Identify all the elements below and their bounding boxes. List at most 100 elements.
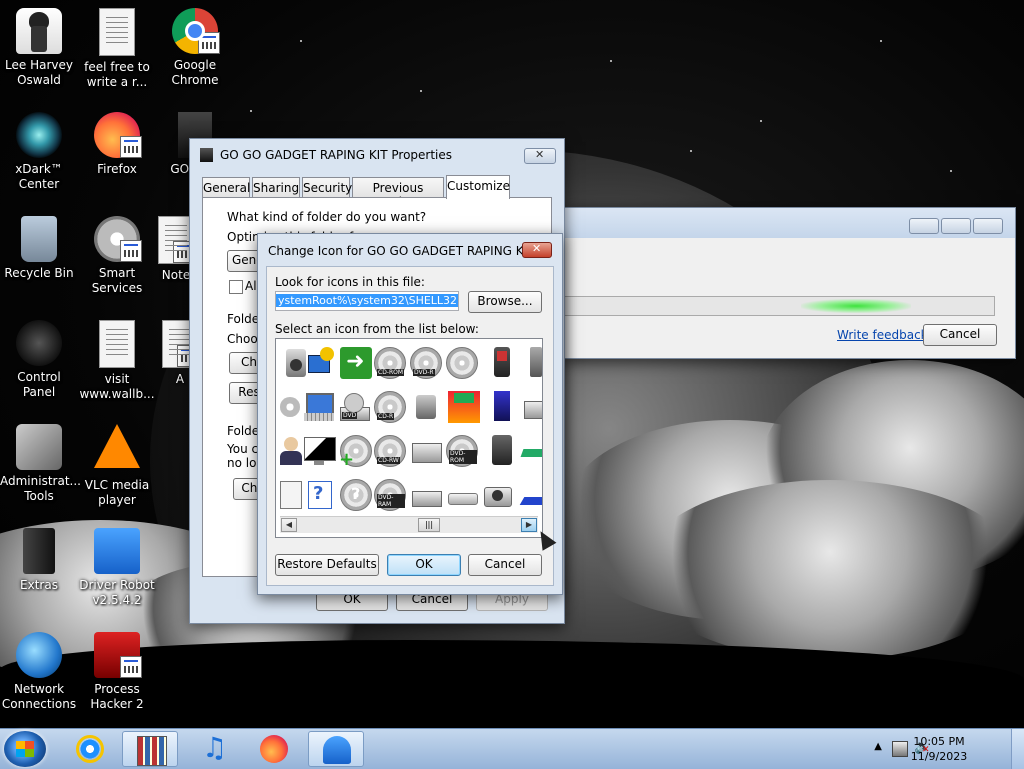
removable-drive-icon[interactable] <box>446 479 478 511</box>
desktop-icon-smart-services[interactable]: Smart Services <box>78 216 156 296</box>
cancel-button[interactable]: Cancel <box>468 554 542 576</box>
desktop-icon-label: Extras <box>20 578 58 592</box>
restore-defaults-button[interactable]: Restore Defaults <box>275 554 379 576</box>
icon-file-path-input[interactable]: ystemRoot%\system32\SHELL32.dll <box>275 291 459 311</box>
start-button[interactable] <box>4 731 46 767</box>
scroll-thumb[interactable]: ||| <box>418 518 440 532</box>
cd-icon[interactable] <box>446 347 478 379</box>
maximize-button[interactable] <box>941 218 971 234</box>
change-icon-titlebar[interactable]: Change Icon for GO GO GADGET RAPING KIT … <box>258 234 562 264</box>
add-disc-icon[interactable]: + <box>339 435 372 470</box>
chrome-icon <box>172 8 220 54</box>
floppy-icon[interactable] <box>448 391 480 423</box>
cd-rom-icon[interactable]: CD-ROM <box>374 347 406 379</box>
desktop-icon-network-connections[interactable]: Network Connections <box>0 632 78 712</box>
tab-customize[interactable]: Customize <box>446 175 510 199</box>
dvd-drive-icon[interactable]: DVD <box>338 391 370 423</box>
printer-icon[interactable] <box>520 391 542 423</box>
help-document-icon[interactable]: ? <box>304 479 336 511</box>
desktop-icon-recycle-bin[interactable]: Recycle Bin <box>0 216 78 281</box>
pen-device-icon[interactable] <box>518 479 542 511</box>
taskbar-firefox[interactable] <box>246 731 302 767</box>
desktop-icon-label: A <box>175 372 185 386</box>
scanner-icon[interactable] <box>410 391 442 423</box>
desktop-icon-feel-free[interactable]: feel free to write a r... <box>78 8 156 90</box>
close-button[interactable] <box>973 218 1003 234</box>
progress-window: Write feedback Cancel <box>562 207 1016 359</box>
progress-fill <box>801 299 911 313</box>
taskbar-internet-explorer[interactable] <box>62 731 118 767</box>
tab-previous-versions[interactable]: Previous Versions <box>352 177 444 209</box>
network-icon <box>16 632 62 678</box>
desktop-icon-label: Driver Robot v2.5.4.2 <box>79 578 155 607</box>
desktop-icon-lee-harvey-oswald[interactable]: Lee Harvey Oswald <box>0 8 78 88</box>
desktop-icon-firefox[interactable]: Firefox <box>78 112 156 177</box>
change-icon-title: Change Icon for GO GO GADGET RAPING KIT … <box>268 244 550 258</box>
progress-cancel-button[interactable]: Cancel <box>923 324 997 346</box>
mobile-phone-icon[interactable] <box>522 347 542 379</box>
firefox-icon <box>94 112 142 158</box>
dvd-r-icon[interactable]: DVD-R <box>410 347 442 379</box>
desktop-icon-extras[interactable]: Extras <box>0 528 78 593</box>
show-desktop-button[interactable] <box>1011 729 1024 769</box>
help-network-icon[interactable] <box>304 347 336 379</box>
icon-list-scrollbar[interactable]: ◀ ||| ▶ <box>280 516 538 533</box>
taskbar-app[interactable] <box>308 731 364 767</box>
desktop-icon-control-panel[interactable]: Control Panel <box>0 320 78 400</box>
write-feedback-link[interactable]: Write feedback <box>837 328 928 342</box>
xdark-icon <box>16 112 62 158</box>
taskbar: ♫ ▲ 🔈 ✕ 10:05 PM 11/9/2023 <box>0 728 1024 769</box>
network-card-icon[interactable] <box>520 435 542 467</box>
drive-icon[interactable] <box>410 479 442 511</box>
hard-drive-icon[interactable] <box>410 435 442 467</box>
driver-robot-icon <box>94 528 140 574</box>
desktop-icon-label: Google Chrome <box>171 58 219 87</box>
media-device-icon[interactable] <box>486 435 518 467</box>
close-button[interactable]: ✕ <box>524 148 556 164</box>
computer-keyboard-icon[interactable] <box>304 391 336 423</box>
dvd-ram-icon[interactable]: DVD-RAM <box>374 479 406 511</box>
tab-sharing[interactable]: Sharing <box>252 177 300 197</box>
arrow-right-icon[interactable]: ➜ <box>340 347 372 379</box>
taskbar-clock[interactable]: 10:05 PM 11/9/2023 <box>904 734 974 764</box>
desktop-icon-process-hacker[interactable]: Process Hacker 2 <box>78 632 156 712</box>
scroll-right-button[interactable]: ▶ <box>521 518 537 532</box>
library-icon <box>137 736 167 766</box>
show-hidden-icons-icon[interactable]: ▲ <box>874 741 882 752</box>
music-icon: ♫ <box>202 731 228 764</box>
text-document-icon <box>99 320 135 368</box>
scroll-left-button[interactable]: ◀ <box>281 518 297 532</box>
cd-rw-icon[interactable]: CD-RW <box>374 435 406 467</box>
firefox-icon <box>260 735 288 763</box>
desktop-icon-visit-wallb[interactable]: visit www.wallb... <box>78 320 156 402</box>
desktop-icon-driver-robot[interactable]: Driver Robot v2.5.4.2 <box>78 528 156 608</box>
apply-to-subfolders-checkbox[interactable] <box>229 280 243 294</box>
control-panel-icon <box>16 320 62 366</box>
minimize-button[interactable] <box>909 218 939 234</box>
close-button[interactable]: ✕ <box>522 242 552 258</box>
properties-titlebar[interactable]: GO GO GADGET RAPING KIT Properties <box>190 139 564 169</box>
desktop-icon-google-chrome[interactable]: Google Chrome <box>156 8 234 88</box>
properties-title: GO GO GADGET RAPING KIT Properties <box>220 148 453 162</box>
process-hacker-icon <box>94 632 142 678</box>
monitor-icon[interactable] <box>304 435 336 467</box>
select-icon-label: Select an icon from the list below: <box>275 322 479 336</box>
tab-general[interactable]: General <box>202 177 250 197</box>
icon-list[interactable]: ➜ CD-ROM DVD-R DVD CD-R + CD-RW DVD-ROM … <box>275 338 543 538</box>
tab-security[interactable]: Security <box>302 177 352 197</box>
disc-question-icon[interactable]: ? <box>340 479 372 511</box>
mp3-player-icon[interactable] <box>486 347 518 379</box>
dvd-rom-icon[interactable]: DVD-ROM <box>446 435 478 467</box>
memory-card-icon[interactable] <box>486 391 518 423</box>
cd-r-icon[interactable]: CD-R <box>374 391 406 423</box>
desktop-icon-xdark-center[interactable]: xDark™ Center <box>0 112 78 192</box>
desktop-icon-admin-tools[interactable]: Administrat... Tools <box>0 424 81 504</box>
vlc-icon <box>94 424 140 468</box>
camera-icon[interactable] <box>482 479 514 511</box>
ok-button[interactable]: OK <box>387 554 461 576</box>
taskbar-library[interactable] <box>122 731 178 767</box>
taskbar-music[interactable]: ♫ <box>184 731 240 767</box>
gear-icon <box>94 216 142 262</box>
browse-button[interactable]: Browse... <box>468 291 542 313</box>
desktop-icon-vlc[interactable]: VLC media player <box>78 424 156 508</box>
